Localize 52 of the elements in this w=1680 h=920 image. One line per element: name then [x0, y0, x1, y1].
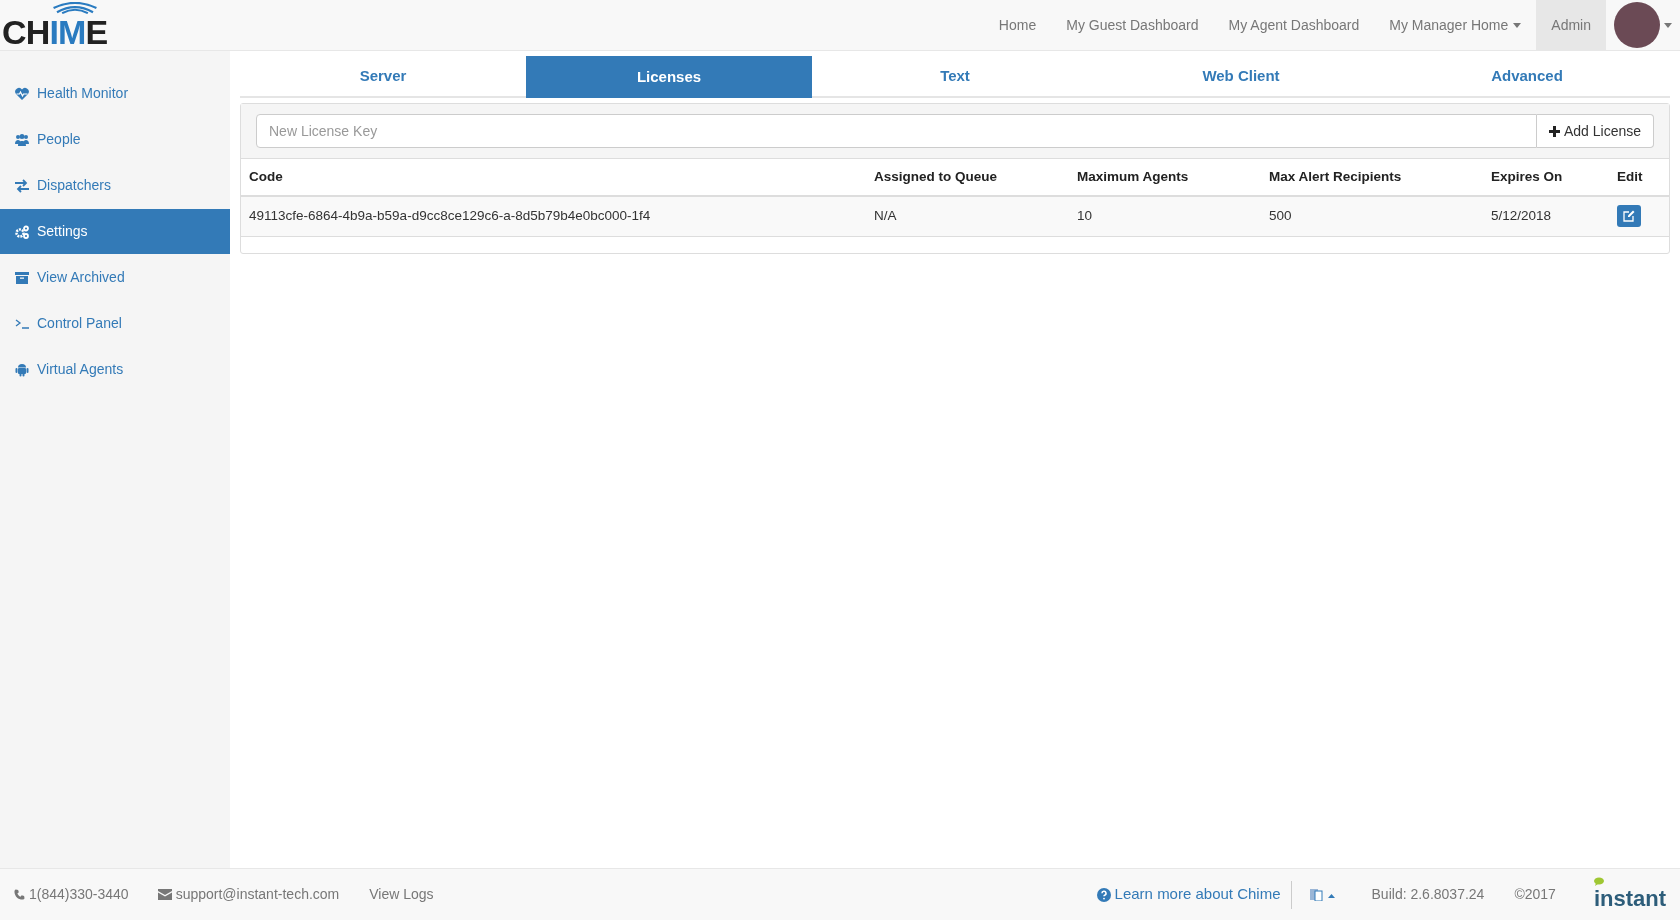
learn-more-link[interactable]: Learn more about Chime [1114, 883, 1281, 906]
column-header: Max Alert Recipients [1261, 159, 1483, 196]
sidebar-item[interactable]: Dispatchers [0, 163, 230, 208]
nav-link[interactable]: Admin [1536, 0, 1606, 50]
chime-logo[interactable]: CHIME [2, 0, 108, 50]
tab[interactable]: Text [812, 56, 1098, 98]
sidebar-item[interactable]: Control Panel [0, 301, 230, 346]
people-icon [15, 132, 29, 147]
column-header: Assigned to Queue [866, 159, 1069, 196]
nav-link[interactable]: My Manager Home [1374, 0, 1537, 50]
column-header: Expires On [1483, 159, 1609, 196]
gears-icon [15, 224, 29, 239]
build-version: Build: 2.6.8037.24 [1371, 885, 1485, 904]
avatar[interactable] [1614, 2, 1660, 48]
column-header: Maximum Agents [1069, 159, 1261, 196]
phone-icon [14, 888, 25, 901]
tab[interactable]: Licenses [526, 56, 812, 98]
column-header: Edit [1609, 159, 1669, 196]
nav-link[interactable]: My Guest Dashboard [1051, 0, 1214, 50]
phone-number: 1(844)330-3440 [29, 885, 129, 904]
license-key-input[interactable]: New License Key [256, 114, 1537, 148]
plus-icon [1548, 125, 1560, 137]
sidebar-item[interactable]: Settings [0, 209, 230, 254]
table-cell: 49113cfe-6864-4b9a-b59a-d9cc8ce129c6-a-8d5b79b4e0bc000-1f4 [241, 196, 866, 236]
translate-icon[interactable] [1309, 888, 1338, 901]
robot-icon [15, 362, 29, 377]
archive-box-icon [15, 270, 29, 285]
swap-arrows-icon [15, 178, 29, 193]
tab[interactable]: Web Client [1098, 56, 1384, 98]
add-license-button[interactable]: Add License [1536, 114, 1654, 148]
tab[interactable]: Advanced [1384, 56, 1670, 98]
instant-logo: instant [1593, 877, 1666, 912]
support-email-link[interactable]: support@instant-tech.com [175, 884, 340, 905]
table-cell: 500 [1261, 196, 1483, 236]
sidebar-item[interactable]: Virtual Agents [0, 347, 230, 392]
table-cell: 5/12/2018 [1483, 196, 1609, 236]
view-logs-link[interactable]: View Logs [369, 884, 434, 905]
edit-button[interactable] [1617, 205, 1641, 228]
nav-link[interactable]: My Agent Dashboard [1213, 0, 1375, 50]
caret-icon[interactable] [1664, 22, 1672, 28]
sidebar-item[interactable]: People [0, 117, 230, 162]
nav-link[interactable]: Home [983, 0, 1052, 50]
copyright: ©2017 [1514, 885, 1556, 904]
edit-icon [1623, 210, 1635, 223]
column-header: Code [241, 159, 866, 196]
help-icon [1096, 887, 1111, 902]
envelope-icon [157, 889, 172, 900]
heart-pulse-icon [15, 86, 29, 101]
sidebar-item[interactable]: View Archived [0, 255, 230, 300]
sidebar-item[interactable]: Health Monitor [0, 71, 230, 116]
table-cell: 10 [1069, 196, 1261, 236]
table-cell: N/A [866, 196, 1069, 236]
